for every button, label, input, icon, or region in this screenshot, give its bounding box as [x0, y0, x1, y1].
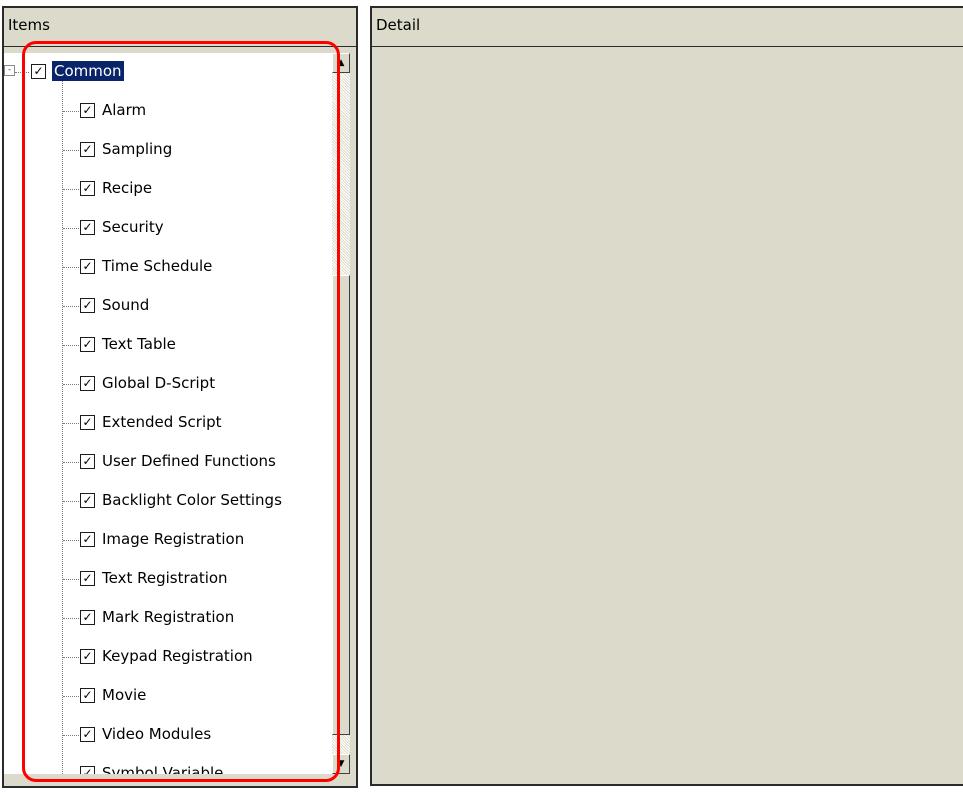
checkbox[interactable]: ✓ [80, 571, 95, 586]
tree-node-label[interactable]: Text Table [102, 334, 176, 354]
tree-connector [63, 150, 79, 151]
checkbox[interactable]: ✓ [80, 727, 95, 742]
tree-connector [63, 345, 79, 346]
tree-node-label[interactable]: Image Registration [102, 529, 244, 549]
tree-connector [63, 657, 79, 658]
collapse-icon[interactable]: - [4, 65, 15, 76]
tree-connector [63, 696, 79, 697]
tree-connector [63, 228, 79, 229]
detail-header: Detail [372, 8, 963, 47]
checkbox[interactable]: ✓ [80, 103, 95, 118]
scroll-up-arrow-icon[interactable]: ▲ [332, 53, 350, 73]
tree-connector [63, 267, 79, 268]
checkbox[interactable]: ✓ [80, 688, 95, 703]
checkbox[interactable]: ✓ [80, 493, 95, 508]
tree-connector [63, 384, 79, 385]
tree-connector [63, 540, 79, 541]
tree-connector [63, 423, 79, 424]
checkbox[interactable]: ✓ [80, 376, 95, 391]
checkbox[interactable]: ✓ [80, 142, 95, 157]
checkbox[interactable]: ✓ [80, 181, 95, 196]
checkbox[interactable]: ✓ [80, 415, 95, 430]
checkbox[interactable]: ✓ [80, 259, 95, 274]
tree-node-label[interactable]: Sound [102, 295, 149, 315]
tree-node-label[interactable]: Movie [102, 685, 146, 705]
tree-node-label[interactable]: Alarm [102, 100, 146, 120]
tree-node-label[interactable]: Backlight Color Settings [102, 490, 282, 510]
items-header: Items [4, 8, 356, 47]
scroll-down-arrow-icon[interactable]: ▼ [332, 754, 350, 774]
tree-node-label[interactable]: Mark Registration [102, 607, 234, 627]
tree-node-label[interactable]: Security [102, 217, 164, 237]
tree-node-label[interactable]: Keypad Registration [102, 646, 253, 666]
tree-node-label[interactable]: Time Schedule [102, 256, 212, 276]
tree-connector [63, 501, 79, 502]
tree-node-label[interactable]: Extended Script [102, 412, 222, 432]
tree-node-label[interactable]: Common [52, 61, 124, 81]
scroll-thumb[interactable] [332, 275, 350, 735]
checkbox-common[interactable]: ✓ [31, 64, 46, 79]
tree-connector [63, 735, 79, 736]
tree-connector [63, 579, 79, 580]
tree-connector [15, 72, 29, 73]
checkbox[interactable]: ✓ [80, 298, 95, 313]
tree-scrollbar[interactable]: ▲ ▼ [332, 53, 350, 774]
tree-connector [63, 618, 79, 619]
detail-pane: Detail [370, 6, 963, 786]
tree-node-label[interactable]: Text Registration [102, 568, 228, 588]
tree-connector [63, 462, 79, 463]
checkbox[interactable]: ✓ [80, 220, 95, 235]
tree-node-label[interactable]: Global D-Script [102, 373, 215, 393]
tree-connector [63, 189, 79, 190]
tree-node-label[interactable]: Video Modules [102, 724, 211, 744]
tree-node-label[interactable]: Recipe [102, 178, 152, 198]
tree-connector [63, 306, 79, 307]
items-tree[interactable]: - ✓ Common ✓ Alarm ✓ Sampling ✓ Recipe ✓ Securi… [4, 53, 332, 774]
checkbox[interactable]: ✓ [80, 454, 95, 469]
tree-connector [63, 111, 79, 112]
checkbox[interactable]: ✓ [80, 337, 95, 352]
checkbox[interactable]: ✓ [80, 532, 95, 547]
checkbox[interactable]: ✓ [80, 766, 95, 774]
tree-node-label[interactable]: User Defined Functions [102, 451, 276, 471]
checkbox[interactable]: ✓ [80, 610, 95, 625]
tree-node-label[interactable]: Sampling [102, 139, 172, 159]
tree-node-label[interactable]: Symbol Variable [102, 763, 223, 774]
checkbox[interactable]: ✓ [80, 649, 95, 664]
